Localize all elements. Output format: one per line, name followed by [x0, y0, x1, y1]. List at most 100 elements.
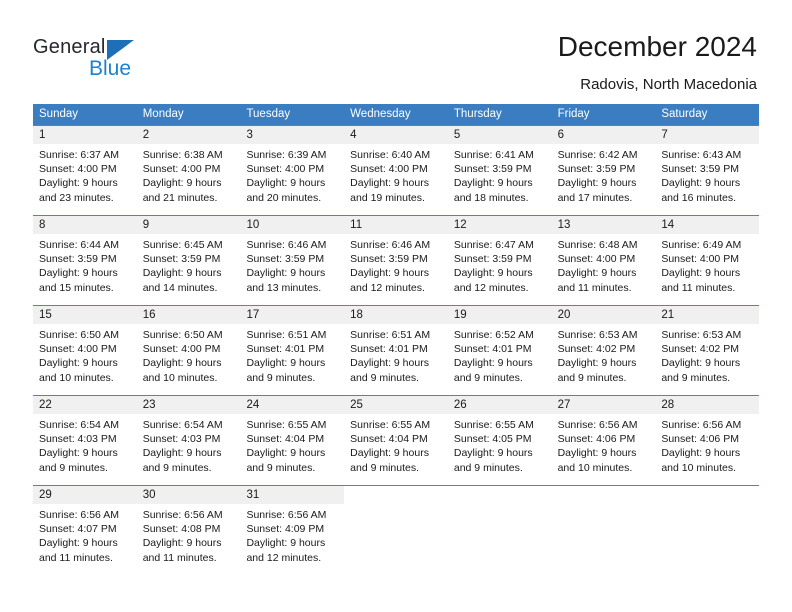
- daylight-text-line2: and 9 minutes.: [39, 461, 108, 474]
- daylight-text-line1: Daylight: 9 hours: [142, 267, 222, 280]
- day-info: Sunrise: 6:40 AM Sunset: 4:00 PM Dayligh…: [344, 144, 448, 205]
- day-info: Sunrise: 6:56 AM Sunset: 4:09 PM Dayligh…: [240, 504, 344, 565]
- day-cell[interactable]: 16 Sunrise: 6:50 AM Sunset: 4:00 PM Dayl…: [136, 306, 241, 395]
- weekday-sunday: Sunday: [39, 108, 79, 120]
- weekday-thursday: Thursday: [453, 108, 502, 120]
- day-cell[interactable]: 23 Sunrise: 6:54 AM Sunset: 4:03 PM Dayl…: [136, 396, 241, 485]
- sunrise-text: Sunrise: 6:56 AM: [246, 509, 327, 521]
- day-cell[interactable]: 27 Sunrise: 6:56 AM Sunset: 4:06 PM Dayl…: [551, 396, 656, 485]
- day-cell[interactable]: 10 Sunrise: 6:46 AM Sunset: 3:59 PM Dayl…: [240, 216, 345, 305]
- daylight-text-line1: Daylight: 9 hours: [142, 447, 222, 460]
- day-cell[interactable]: 5 Sunrise: 6:41 AM Sunset: 3:59 PM Dayli…: [447, 126, 552, 215]
- day-number: 3: [240, 126, 345, 144]
- day-cell[interactable]: 29 Sunrise: 6:56 AM Sunset: 4:07 PM Dayl…: [33, 486, 137, 575]
- sunset-text: Sunset: 4:00 PM: [350, 163, 428, 176]
- day-cell[interactable]: 1 Sunrise: 6:37 AM Sunset: 4:00 PM Dayli…: [33, 126, 137, 215]
- sunset-text: Sunset: 4:02 PM: [661, 343, 739, 356]
- day-cell[interactable]: 26 Sunrise: 6:55 AM Sunset: 4:05 PM Dayl…: [447, 396, 552, 485]
- day-cell[interactable]: 20 Sunrise: 6:53 AM Sunset: 4:02 PM Dayl…: [551, 306, 656, 395]
- daylight-text-line2: and 10 minutes.: [39, 371, 114, 384]
- day-number: 2: [136, 126, 241, 144]
- daylight-text-line2: and 11 minutes.: [142, 551, 217, 564]
- day-info: Sunrise: 6:45 AM Sunset: 3:59 PM Dayligh…: [137, 234, 241, 295]
- day-number: 17: [240, 306, 345, 324]
- day-cell[interactable]: 14 Sunrise: 6:49 AM Sunset: 4:00 PM Dayl…: [655, 216, 760, 305]
- sunrise-text: Sunrise: 6:54 AM: [39, 419, 119, 431]
- weekday-friday: Friday: [557, 108, 590, 120]
- day-number: 13: [551, 216, 656, 234]
- sunset-text: Sunset: 4:09 PM: [246, 523, 325, 536]
- daylight-text-line1: Daylight: 9 hours: [246, 177, 326, 190]
- weekday-tuesday: Tuesday: [246, 108, 291, 120]
- day-cell[interactable]: 13 Sunrise: 6:48 AM Sunset: 4:00 PM Dayl…: [551, 216, 656, 305]
- day-cell[interactable]: 24 Sunrise: 6:55 AM Sunset: 4:04 PM Dayl…: [240, 396, 345, 485]
- sunset-text: Sunset: 4:00 PM: [142, 343, 221, 356]
- day-number: 7: [655, 126, 760, 144]
- week-row: 29 Sunrise: 6:56 AM Sunset: 4:07 PM Dayl…: [33, 485, 760, 575]
- daylight-text-line1: Daylight: 9 hours: [557, 177, 637, 190]
- daylight-text-line1: Daylight: 9 hours: [661, 357, 741, 370]
- day-cell[interactable]: 17 Sunrise: 6:51 AM Sunset: 4:01 PM Dayl…: [240, 306, 345, 395]
- day-cell[interactable]: 12 Sunrise: 6:47 AM Sunset: 3:59 PM Dayl…: [447, 216, 552, 305]
- sunrise-text: Sunrise: 6:55 AM: [246, 419, 327, 431]
- day-cell[interactable]: 30 Sunrise: 6:56 AM Sunset: 4:08 PM Dayl…: [136, 486, 241, 575]
- day-info: Sunrise: 6:38 AM Sunset: 4:00 PM Dayligh…: [137, 144, 241, 205]
- daylight-text-line1: Daylight: 9 hours: [246, 447, 326, 460]
- day-number: 6: [551, 126, 656, 144]
- day-info: Sunrise: 6:53 AM Sunset: 4:02 PM Dayligh…: [655, 324, 759, 385]
- sunset-text: Sunset: 4:00 PM: [661, 253, 739, 266]
- day-cell[interactable]: 22 Sunrise: 6:54 AM Sunset: 4:03 PM Dayl…: [33, 396, 137, 485]
- sunrise-text: Sunrise: 6:51 AM: [350, 329, 431, 341]
- generalblue-logo[interactable]: General Blue: [33, 36, 193, 82]
- daylight-text-line2: and 9 minutes.: [453, 461, 523, 474]
- day-number: 12: [447, 216, 552, 234]
- day-number: 19: [447, 306, 552, 324]
- day-cell[interactable]: 31 Sunrise: 6:56 AM Sunset: 4:09 PM Dayl…: [240, 486, 345, 575]
- daylight-text-line2: and 9 minutes.: [453, 371, 523, 384]
- day-cell[interactable]: 7 Sunrise: 6:43 AM Sunset: 3:59 PM Dayli…: [655, 126, 760, 215]
- sunrise-text: Sunrise: 6:53 AM: [557, 329, 638, 341]
- day-info: Sunrise: 6:47 AM Sunset: 3:59 PM Dayligh…: [448, 234, 552, 295]
- sunset-text: Sunset: 4:06 PM: [661, 433, 739, 446]
- daylight-text-line1: Daylight: 9 hours: [661, 267, 741, 280]
- sunrise-text: Sunrise: 6:37 AM: [39, 149, 119, 161]
- day-cell[interactable]: 21 Sunrise: 6:53 AM Sunset: 4:02 PM Dayl…: [655, 306, 760, 395]
- day-info: Sunrise: 6:50 AM Sunset: 4:00 PM Dayligh…: [33, 324, 137, 385]
- sunset-text: Sunset: 4:00 PM: [142, 163, 221, 176]
- day-info: Sunrise: 6:43 AM Sunset: 3:59 PM Dayligh…: [655, 144, 759, 205]
- sunset-text: Sunset: 4:01 PM: [246, 343, 325, 356]
- day-cell[interactable]: 9 Sunrise: 6:45 AM Sunset: 3:59 PM Dayli…: [136, 216, 241, 305]
- day-cell[interactable]: 3 Sunrise: 6:39 AM Sunset: 4:00 PM Dayli…: [240, 126, 345, 215]
- daylight-text-line2: and 13 minutes.: [246, 281, 322, 294]
- day-cell[interactable]: 18 Sunrise: 6:51 AM Sunset: 4:01 PM Dayl…: [344, 306, 448, 395]
- day-cell[interactable]: 19 Sunrise: 6:52 AM Sunset: 4:01 PM Dayl…: [447, 306, 552, 395]
- week-row: 8 Sunrise: 6:44 AM Sunset: 3:59 PM Dayli…: [33, 215, 760, 305]
- day-cell[interactable]: 15 Sunrise: 6:50 AM Sunset: 4:00 PM Dayl…: [33, 306, 137, 395]
- day-info: Sunrise: 6:44 AM Sunset: 3:59 PM Dayligh…: [33, 234, 137, 295]
- day-info: Sunrise: 6:46 AM Sunset: 3:59 PM Dayligh…: [344, 234, 448, 295]
- day-cell[interactable]: 28 Sunrise: 6:56 AM Sunset: 4:06 PM Dayl…: [655, 396, 760, 485]
- week-row: 1 Sunrise: 6:37 AM Sunset: 4:00 PM Dayli…: [33, 125, 760, 215]
- sunrise-text: Sunrise: 6:55 AM: [453, 419, 534, 431]
- daylight-text-line1: Daylight: 9 hours: [246, 537, 326, 550]
- daylight-text-line2: and 10 minutes.: [661, 461, 737, 474]
- day-cell[interactable]: 11 Sunrise: 6:46 AM Sunset: 3:59 PM Dayl…: [344, 216, 448, 305]
- day-cell[interactable]: 8 Sunrise: 6:44 AM Sunset: 3:59 PM Dayli…: [33, 216, 137, 305]
- daylight-text-line2: and 20 minutes.: [246, 191, 322, 204]
- day-info: Sunrise: 6:53 AM Sunset: 4:02 PM Dayligh…: [552, 324, 656, 385]
- day-info: Sunrise: 6:37 AM Sunset: 4:00 PM Dayligh…: [33, 144, 137, 205]
- day-info: Sunrise: 6:56 AM Sunset: 4:06 PM Dayligh…: [655, 414, 759, 475]
- week-row: 15 Sunrise: 6:50 AM Sunset: 4:00 PM Dayl…: [33, 305, 760, 395]
- day-cell[interactable]: 6 Sunrise: 6:42 AM Sunset: 3:59 PM Dayli…: [551, 126, 656, 215]
- day-number: 1: [33, 126, 137, 144]
- day-number: 8: [33, 216, 137, 234]
- day-info: Sunrise: 6:48 AM Sunset: 4:00 PM Dayligh…: [552, 234, 656, 295]
- day-cell[interactable]: 2 Sunrise: 6:38 AM Sunset: 4:00 PM Dayli…: [136, 126, 241, 215]
- day-cell[interactable]: 25 Sunrise: 6:55 AM Sunset: 4:04 PM Dayl…: [344, 396, 448, 485]
- sunrise-text: Sunrise: 6:38 AM: [142, 149, 223, 161]
- day-cell[interactable]: 4 Sunrise: 6:40 AM Sunset: 4:00 PM Dayli…: [344, 126, 448, 215]
- sunset-text: Sunset: 3:59 PM: [453, 163, 532, 176]
- day-info: Sunrise: 6:49 AM Sunset: 4:00 PM Dayligh…: [655, 234, 759, 295]
- sunset-text: Sunset: 4:08 PM: [142, 523, 221, 536]
- daylight-text-line2: and 12 minutes.: [453, 281, 529, 294]
